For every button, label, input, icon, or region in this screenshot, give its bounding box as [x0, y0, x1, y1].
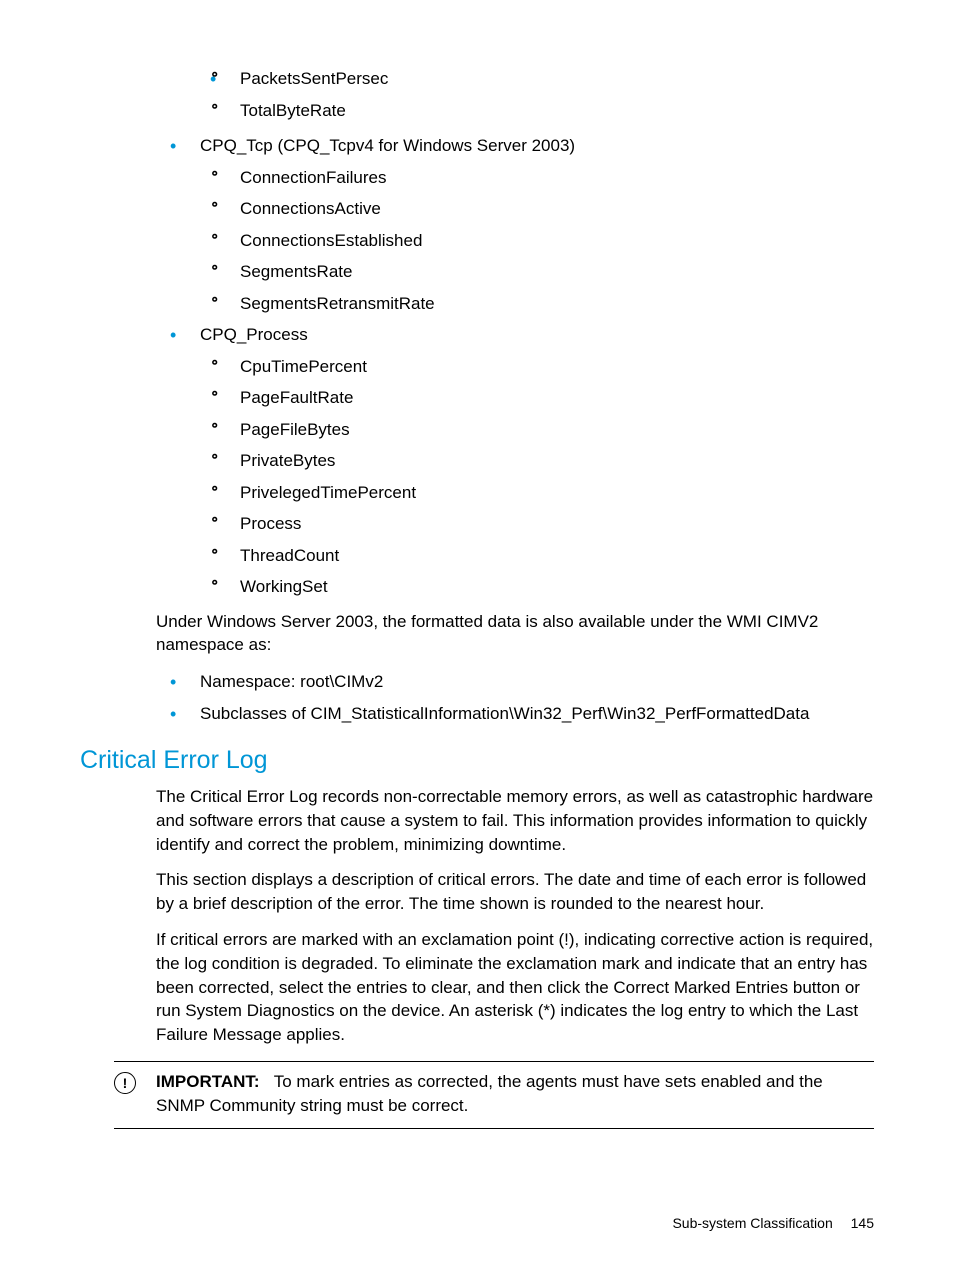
sublist-orphan: PacketsSentPersec TotalByteRate: [210, 66, 874, 123]
callout-label: IMPORTANT:: [156, 1072, 260, 1091]
paragraph-crit-2: This section displays a description of c…: [156, 868, 874, 916]
list-item-cpq-process: CPQ_Process CpuTimePercent PageFaultRate…: [170, 322, 874, 600]
list-item: WorkingSet: [210, 574, 874, 600]
list-item: Namespace: root\CIMv2: [170, 669, 874, 695]
bullet-label: CPQ_Tcp (CPQ_Tcpv4 for Windows Server 20…: [200, 136, 575, 155]
footer-page-number: 145: [851, 1215, 874, 1231]
paragraph-crit-1: The Critical Error Log records non-corre…: [156, 785, 874, 856]
list-item: TotalByteRate: [210, 98, 874, 124]
list-item-cpq-tcp: CPQ_Tcp (CPQ_Tcpv4 for Windows Server 20…: [170, 133, 874, 316]
list-item: ThreadCount: [210, 543, 874, 569]
list-item: PageFileBytes: [210, 417, 874, 443]
list-item: CpuTimePercent: [210, 354, 874, 380]
page-footer: Sub-system Classification 145: [672, 1215, 874, 1231]
list-item: PrivateBytes: [210, 448, 874, 474]
important-callout: ! IMPORTANT: To mark entries as correcte…: [114, 1061, 874, 1129]
bullet-label: CPQ_Process: [200, 325, 308, 344]
document-page: PacketsSentPersec TotalByteRate CPQ_Tcp …: [0, 0, 954, 1271]
list-item: Process: [210, 511, 874, 537]
paragraph-under: Under Windows Server 2003, the formatted…: [156, 610, 874, 658]
list-continuation: PacketsSentPersec TotalByteRate: [80, 66, 874, 123]
alert-icon: !: [114, 1072, 136, 1094]
heading-critical-error-log: Critical Error Log: [80, 746, 874, 775]
list-namespace: Namespace: root\CIMv2 Subclasses of CIM_…: [80, 669, 874, 726]
list-item: ConnectionFailures: [210, 165, 874, 191]
sublist-cpq-tcp: ConnectionFailures ConnectionsActive Con…: [200, 165, 874, 317]
callout-body: IMPORTANT: To mark entries as corrected,…: [156, 1070, 874, 1118]
paragraph-crit-3: If critical errors are marked with an ex…: [156, 928, 874, 1047]
list-item: ConnectionsActive: [210, 196, 874, 222]
list-item: Subclasses of CIM_StatisticalInformation…: [170, 701, 874, 727]
sublist-cpq-process: CpuTimePercent PageFaultRate PageFileByt…: [200, 354, 874, 600]
list-item: ConnectionsEstablished: [210, 228, 874, 254]
footer-section: Sub-system Classification: [672, 1215, 832, 1231]
list-item: PrivelegedTimePercent: [210, 480, 874, 506]
list-main: CPQ_Tcp (CPQ_Tcpv4 for Windows Server 20…: [80, 133, 874, 600]
list-item: SegmentsRate: [210, 259, 874, 285]
list-item: PageFaultRate: [210, 385, 874, 411]
list-item: SegmentsRetransmitRate: [210, 291, 874, 317]
list-item: PacketsSentPersec: [210, 66, 874, 92]
